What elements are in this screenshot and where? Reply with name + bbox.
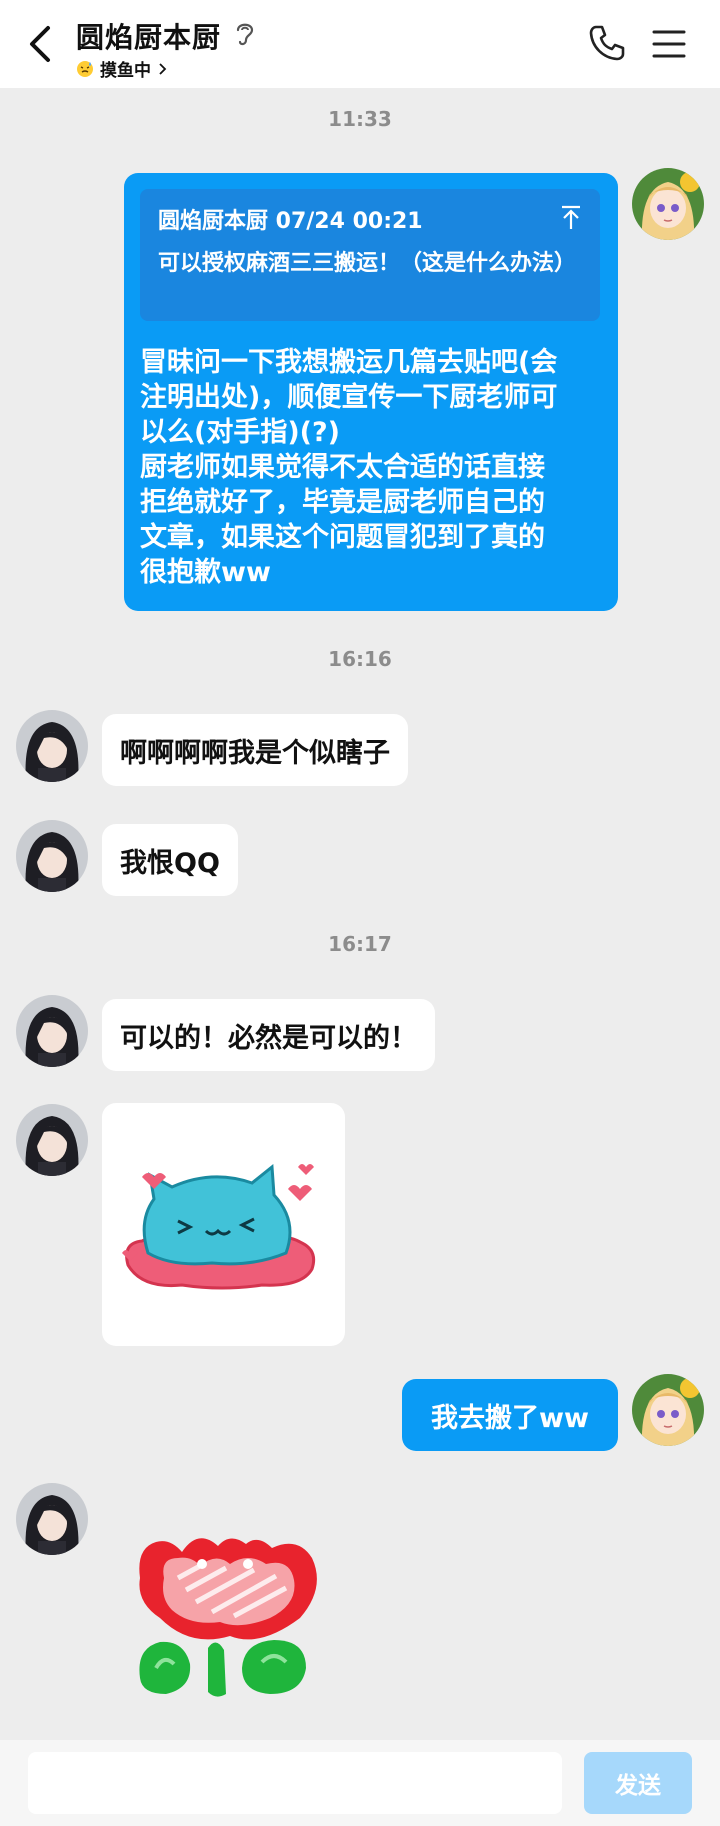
self-avatar-image (632, 168, 704, 240)
status-text: 摸鱼中 (100, 61, 151, 81)
contact-avatar[interactable] (16, 820, 88, 892)
input-bar: 发送 (0, 1740, 720, 1826)
ear-icon (236, 23, 254, 46)
flower-sticker-message[interactable] (130, 1518, 330, 1704)
quoted-message[interactable]: 圆焰厨本厨 07/24 00:21 可以授权麻酒三三搬运！（这是什么办法） (140, 189, 600, 321)
timestamp: 16:17 (328, 932, 392, 956)
sticker-message[interactable] (102, 1103, 345, 1346)
contact-avatar[interactable] (16, 995, 88, 1067)
contact-avatar[interactable] (16, 1483, 88, 1555)
chevron-right-icon (159, 62, 167, 75)
chat-title[interactable]: 圆焰厨本厨 (76, 16, 221, 56)
outgoing-message-bubble[interactable]: 我去搬了ww (402, 1379, 618, 1451)
cat-sticker-image (122, 1164, 316, 1290)
message-text: 我恨QQ (120, 847, 220, 879)
pin-icon[interactable] (560, 205, 582, 231)
contact-avatar-image (16, 710, 88, 782)
status-row[interactable]: 摸鱼中 (76, 56, 167, 81)
chat-header: 圆焰厨本厨 摸鱼中 (0, 0, 720, 88)
send-button[interactable]: 发送 (584, 1752, 692, 1814)
contact-avatar[interactable] (16, 710, 88, 782)
message-text: 啊啊啊啊我是个似瞎子 (120, 737, 390, 769)
contact-avatar-image (16, 995, 88, 1067)
sweat-emoji-icon (77, 60, 93, 77)
message-text: 我去搬了ww (431, 1402, 589, 1434)
menu-icon[interactable] (652, 28, 686, 60)
contact-avatar[interactable] (16, 1104, 88, 1176)
back-icon[interactable] (24, 24, 54, 64)
flower-sticker-image (139, 1538, 317, 1697)
message-text: 可以的！必然是可以的！ (120, 1022, 417, 1054)
phone-icon[interactable] (588, 24, 626, 62)
quote-text: 可以授权麻酒三三搬运！（这是什么办法） (158, 251, 577, 276)
contact-avatar-image (16, 1104, 88, 1176)
incoming-message-bubble[interactable]: 可以的！必然是可以的！ (102, 999, 435, 1071)
outgoing-message-bubble[interactable]: 圆焰厨本厨 07/24 00:21 可以授权麻酒三三搬运！（这是什么办法） 冒昧… (124, 173, 618, 611)
incoming-message-bubble[interactable]: 啊啊啊啊我是个似瞎子 (102, 714, 408, 786)
timestamp: 11:33 (328, 107, 392, 131)
self-avatar[interactable] (632, 1374, 704, 1446)
self-avatar[interactable] (632, 168, 704, 240)
self-avatar-image (632, 1374, 704, 1446)
timestamp: 16:16 (328, 647, 392, 671)
quote-author: 圆焰厨本厨 07/24 00:21 (158, 209, 423, 234)
message-text: 冒昧问一下我想搬运几篇去贴吧(会 注明出处)，顺便宣传一下厨老师可 以么(对手指… (140, 347, 558, 588)
contact-avatar-image (16, 820, 88, 892)
message-input[interactable] (28, 1752, 562, 1814)
contact-avatar-image (16, 1483, 88, 1555)
incoming-message-bubble[interactable]: 我恨QQ (102, 824, 238, 896)
